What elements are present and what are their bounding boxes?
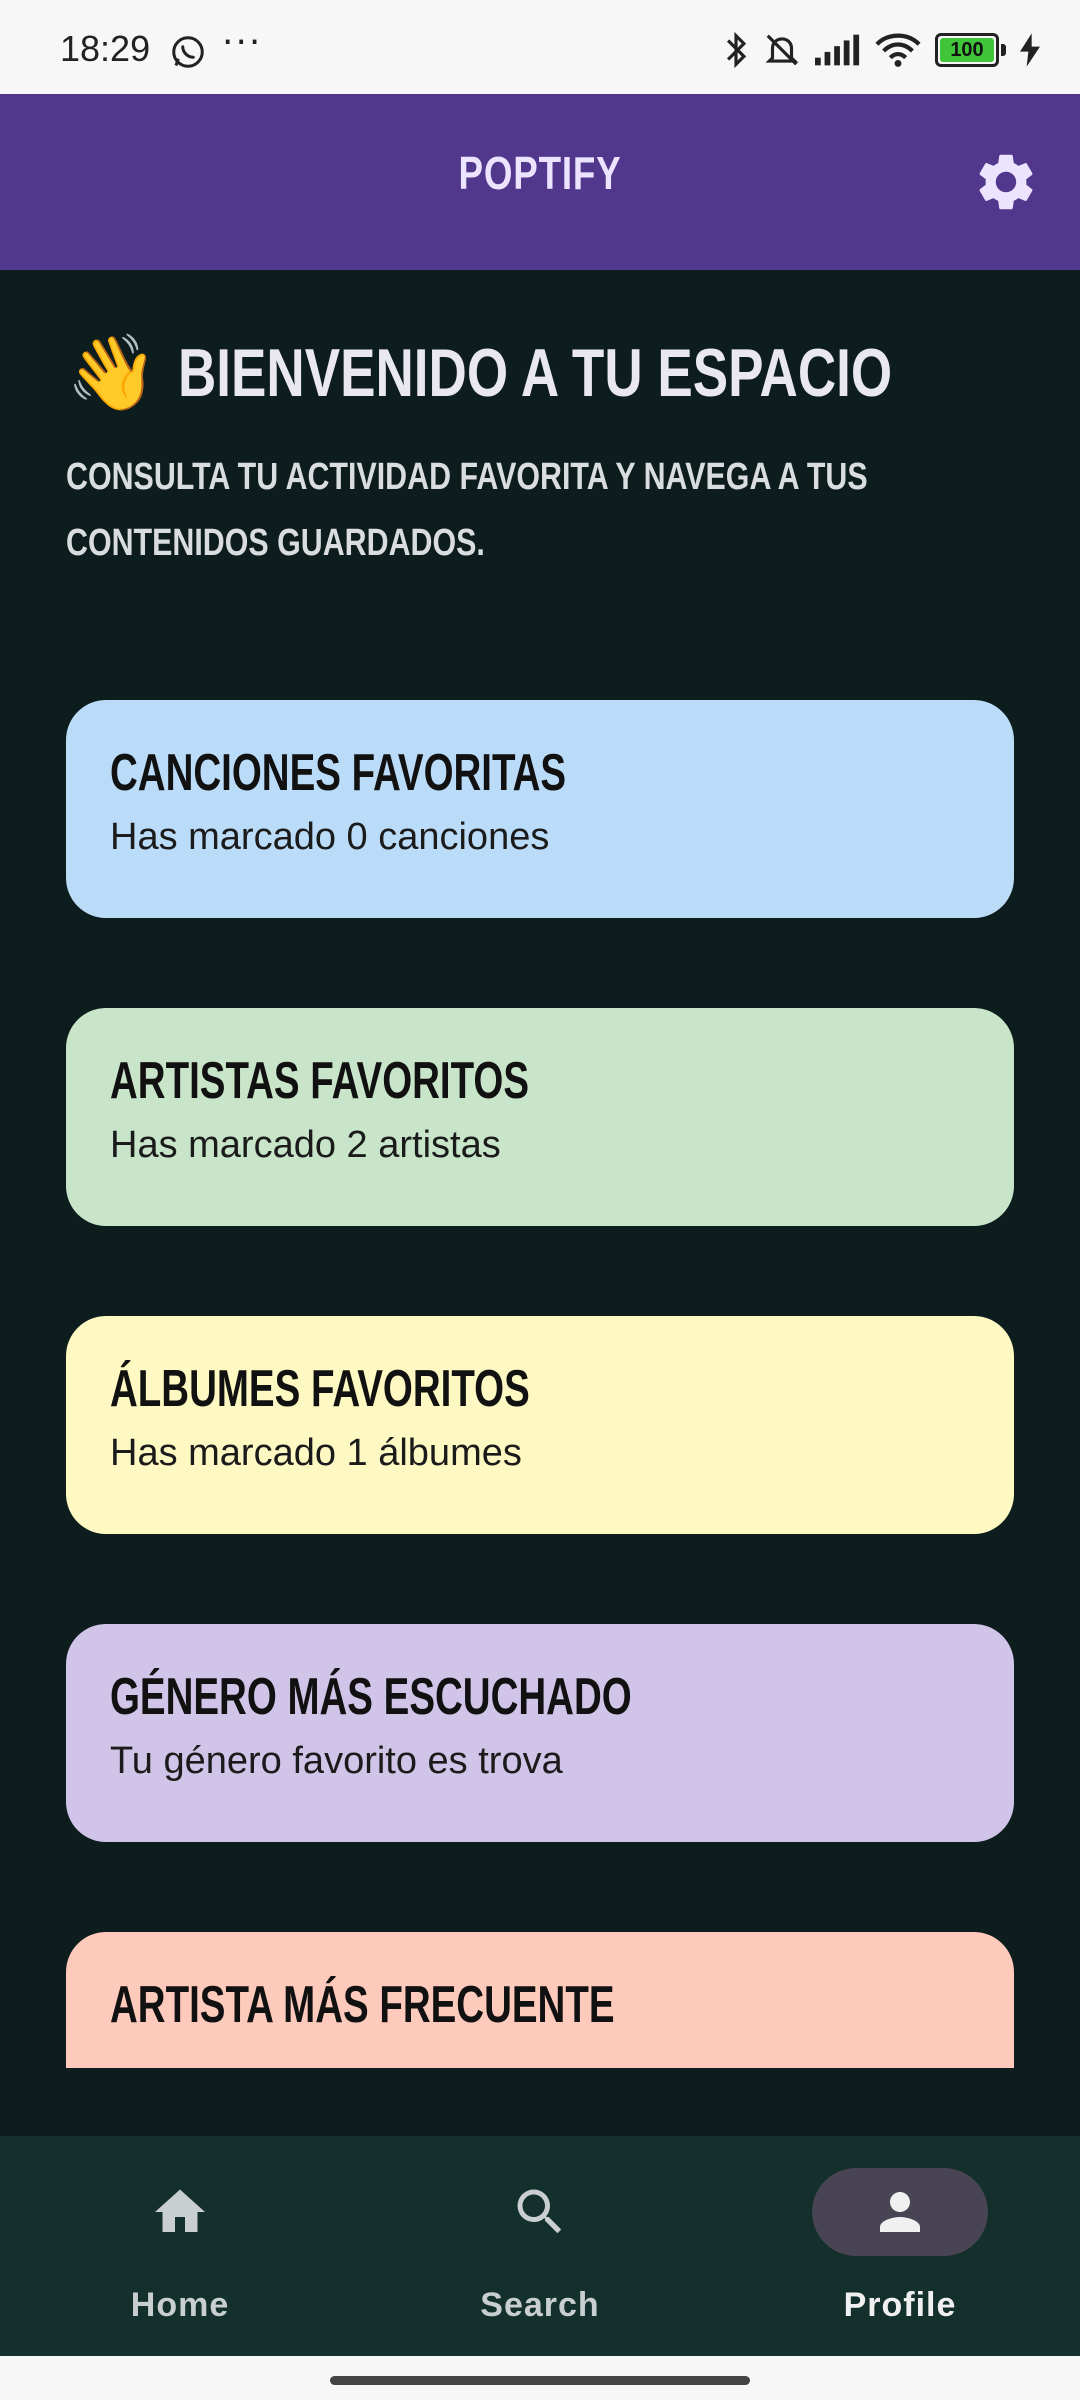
card-description: Has marcado 2 artistas	[110, 1124, 501, 1166]
battery-icon: 100	[935, 33, 999, 67]
card-description: Has marcado 0 canciones	[110, 816, 550, 858]
whatsapp-icon	[172, 36, 204, 68]
nav-label: Search	[480, 2286, 600, 2324]
overflow-notifications-icon: ···	[222, 22, 263, 63]
bell-muted-icon	[765, 34, 799, 66]
top-genre-card[interactable]: GÉNERO MÁS ESCUCHADO Tu género favorito …	[66, 1624, 1014, 1842]
home-icon	[155, 2189, 205, 2232]
card-title: ARTISTAS FAVORITOS	[110, 1052, 530, 1110]
gesture-handle[interactable]	[330, 2376, 750, 2385]
gesture-navigation-bar	[0, 2356, 1080, 2400]
gear-icon[interactable]	[972, 148, 1040, 216]
person-icon	[880, 2192, 920, 2232]
wifi-icon	[875, 33, 921, 67]
nav-label: Home	[130, 2286, 230, 2324]
nav-item-home[interactable]: Home	[0, 2136, 360, 2356]
favorite-albums-card[interactable]: ÁLBUMES FAVORITOS Has marcado 1 álbumes	[66, 1316, 1014, 1534]
app-title: POPTIFY	[458, 147, 622, 199]
status-time: 18:29	[60, 28, 151, 69]
welcome-title: BIENVENIDO A TU ESPACIO	[178, 335, 893, 411]
charging-bolt-icon	[1020, 33, 1040, 67]
signal-icon	[815, 34, 860, 66]
card-title: CANCIONES FAVORITAS	[110, 744, 567, 802]
card-title: ÁLBUMES FAVORITOS	[110, 1360, 530, 1418]
favorite-songs-card[interactable]: CANCIONES FAVORITAS Has marcado 0 cancio…	[66, 700, 1014, 918]
bluetooth-icon	[726, 31, 747, 69]
card-title: ARTISTA MÁS FRECUENTE	[110, 1976, 615, 2034]
nav-item-profile[interactable]: Profile	[720, 2136, 1080, 2356]
search-icon	[517, 2189, 562, 2234]
welcome-heading: 👋 BIENVENIDO A TU ESPACIO	[66, 334, 1046, 412]
card-description: Tu género favorito es trova	[110, 1740, 563, 1782]
waving-hand-icon: 👋	[66, 330, 159, 416]
app-bar: POPTIFY	[0, 94, 1080, 270]
top-artist-card[interactable]: ARTISTA MÁS FRECUENTE	[66, 1932, 1014, 2068]
nav-label: Profile	[843, 2286, 957, 2324]
battery-level: 100	[950, 38, 984, 61]
nav-item-search[interactable]: Search	[360, 2136, 720, 2356]
stats-card-list[interactable]: CANCIONES FAVORITAS Has marcado 0 cancio…	[0, 700, 1080, 2068]
card-title: GÉNERO MÁS ESCUCHADO	[110, 1668, 632, 1726]
bottom-navigation: Home Search Profile	[0, 2136, 1080, 2356]
card-description: Has marcado 1 álbumes	[110, 1432, 522, 1474]
status-bar: 18:29 ··· 100	[0, 0, 1080, 94]
favorite-artists-card[interactable]: ARTISTAS FAVORITOS Has marcado 2 artista…	[66, 1008, 1014, 1226]
welcome-subtitle: CONSULTA TU ACTIVIDAD FAVORITA Y NAVEGA …	[66, 456, 868, 564]
battery-cap	[1001, 44, 1006, 56]
